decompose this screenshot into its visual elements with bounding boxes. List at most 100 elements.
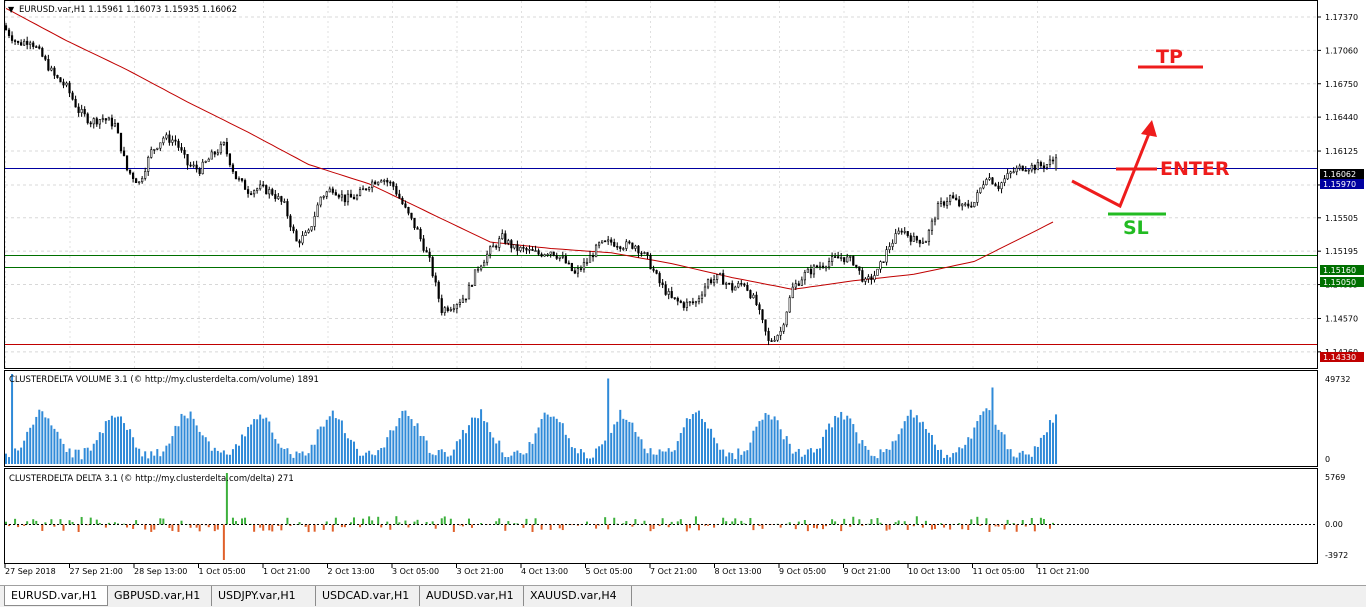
candle-body (74, 98, 77, 108)
volume-bar (682, 427, 685, 464)
candle-body (280, 196, 283, 202)
tab-usdjpy-var-h1[interactable]: USDJPY.var,H1 (212, 586, 316, 606)
candle-body (537, 250, 540, 255)
candle-body (20, 42, 23, 46)
volume-bar (262, 418, 265, 464)
candle-body (722, 273, 725, 285)
candle-body (449, 309, 452, 311)
volume-bar (855, 432, 858, 464)
time-label: 9 Oct 21:00 (844, 567, 891, 576)
candle-body (316, 204, 319, 217)
volume-bar (867, 449, 870, 464)
tab-usdcad-var-h1[interactable]: USDCAD.var,H1 (316, 586, 420, 606)
candle-body (437, 281, 440, 299)
tab-xauusd-var-h4[interactable]: XAUUSD.var,H4 (524, 586, 632, 606)
volume-bar (271, 432, 274, 464)
delta-bar (495, 521, 498, 525)
delta-bar (1033, 524, 1036, 532)
volume-bar (116, 416, 119, 464)
candle-body (35, 46, 38, 48)
delta-bar (840, 524, 843, 532)
volume-bar (761, 419, 764, 464)
tab-audusd-var-h1[interactable]: AUDUSD.var,H1 (420, 586, 524, 606)
volume-bar (740, 454, 743, 464)
candle-body (731, 283, 734, 291)
delta-bar (280, 524, 283, 531)
candle-body (697, 298, 701, 303)
candle-body (576, 268, 580, 274)
volume-bar (767, 414, 770, 464)
candle-body (425, 250, 428, 253)
volume-bar (59, 438, 62, 464)
time-label: 11 Oct 21:00 (1037, 567, 1089, 576)
delta-bar (988, 524, 991, 532)
chart-canvas[interactable]: TP ENTER SL ▼ EURUSD.var,H1 1.15961 1.16… (0, 0, 1366, 585)
candle-body (582, 262, 586, 270)
tab-eurusd-var-h1[interactable]: EURUSD.var,H1 (4, 586, 108, 606)
volume-bar (449, 455, 452, 464)
volume-bar (788, 443, 791, 464)
volume-bar (1003, 434, 1006, 464)
candle-body (29, 42, 32, 45)
delta-bar (395, 516, 398, 525)
candle-body (800, 279, 803, 286)
volume-bar (843, 419, 846, 464)
delta-bar (334, 517, 337, 525)
volume-bar (764, 413, 767, 464)
delta-bar (1015, 524, 1018, 532)
candle-body (794, 283, 797, 288)
tab-gbpusd-var-h1[interactable]: GBPUSD.var,H1 (108, 586, 212, 606)
volume-bar (619, 409, 622, 464)
candle-body (625, 241, 628, 249)
candle-body (927, 229, 931, 242)
main-panel-title: EURUSD.var,H1 1.15961 1.16073 1.15935 1.… (19, 5, 237, 15)
volume-bar (579, 449, 582, 464)
volume-bar (510, 455, 513, 464)
delta-bar (625, 521, 628, 525)
delta-bar (498, 518, 501, 525)
time-label: 27 Sep 2018 (5, 567, 56, 576)
candle-body (183, 149, 186, 155)
chart-menu-icon[interactable]: ▼ (8, 5, 15, 14)
volume-bar (483, 421, 486, 464)
volume-bar (685, 418, 688, 464)
candle-body (988, 177, 991, 180)
candle-body (504, 233, 507, 244)
time-label: 7 Oct 21:00 (650, 567, 697, 576)
candle-body (906, 231, 909, 236)
delta-bar (961, 524, 964, 530)
candle-body (561, 256, 564, 258)
candle-body (670, 291, 673, 298)
volume-bar (758, 421, 761, 464)
volume-bar (967, 437, 970, 464)
candle-body (410, 212, 413, 219)
delta-bar (322, 524, 325, 530)
delta-bar (253, 524, 256, 532)
volume-bar (1021, 450, 1024, 464)
candle-body (259, 184, 262, 190)
volume-bar (930, 434, 933, 464)
candle-body (113, 122, 117, 127)
volume-bar (498, 440, 501, 464)
delta-bar (694, 516, 697, 525)
volume-bar (440, 449, 443, 464)
candle-body (761, 309, 764, 321)
time-axis[interactable]: 27 Sep 2018 27 Sep 21:00 28 Sep 13:00 1 Oct… (4, 564, 1089, 576)
chart-window[interactable]: TP ENTER SL ▼ EURUSD.var,H1 1.15961 1.16… (0, 0, 1366, 585)
candle-body (377, 181, 380, 185)
volume-bar (831, 427, 834, 464)
volume-bar (452, 449, 455, 464)
volume-bar (803, 454, 806, 464)
volume-bar (495, 443, 498, 464)
candle-body (89, 122, 92, 125)
candle-body (234, 171, 238, 180)
volume-bar (909, 409, 912, 464)
candle-body (646, 252, 649, 256)
candle-body (706, 279, 710, 288)
delta-bar (888, 524, 891, 530)
delta-bar (35, 520, 38, 525)
enter-label: ENTER (1160, 158, 1230, 180)
volume-bar (80, 459, 83, 464)
candle-body (915, 236, 918, 241)
candle-body (964, 203, 967, 206)
